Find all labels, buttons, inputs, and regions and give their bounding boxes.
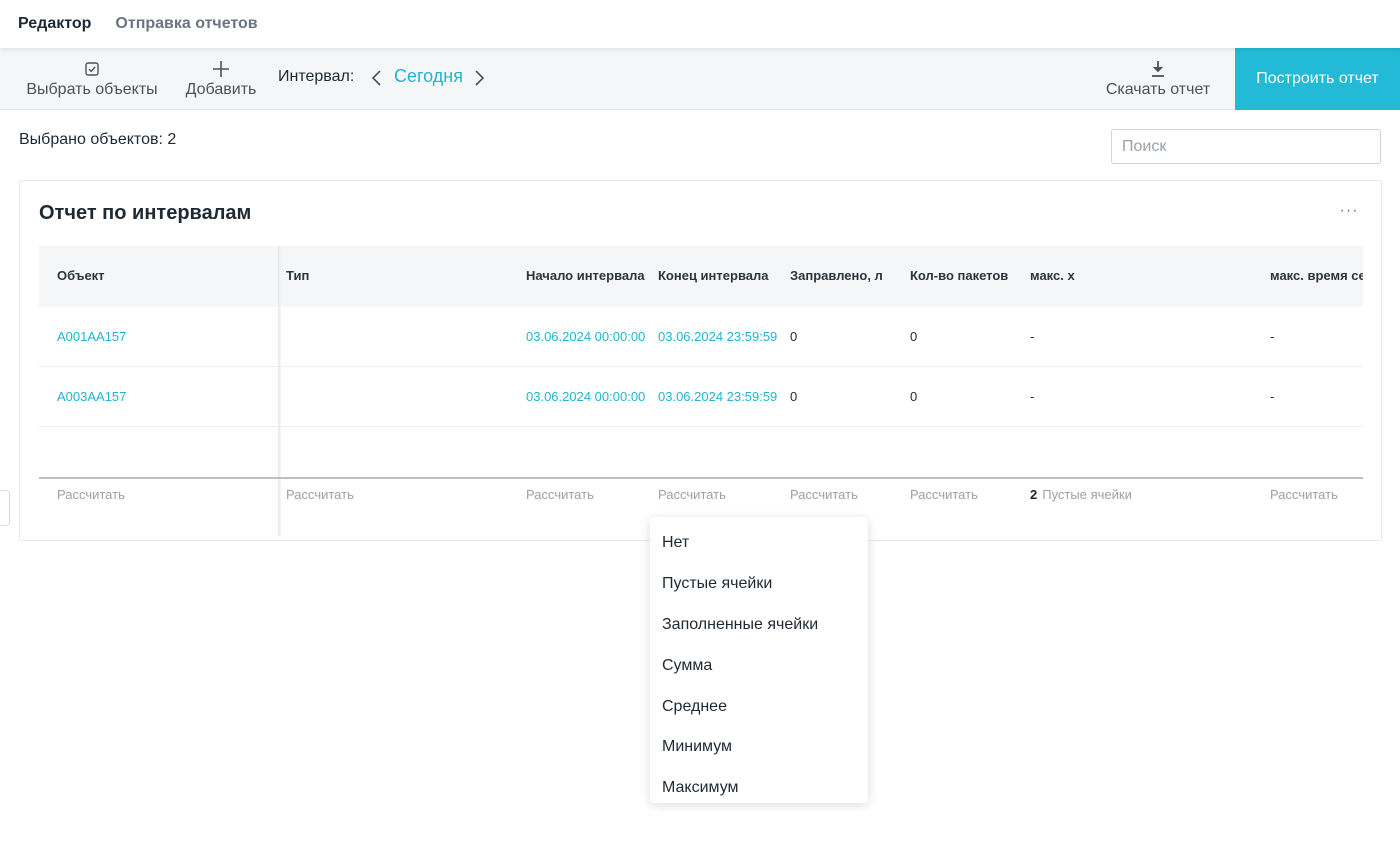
calculate-max-x-active[interactable]: 2 Пустые ячейки [1030,487,1132,502]
column-header-type[interactable]: Тип [286,268,309,283]
cell-end[interactable]: 03.06.2024 23:59:59 [658,329,777,344]
aggregation-dropdown: Нет Пустые ячейки Заполненные ячейки Сум… [650,517,868,803]
column-header-max-x[interactable]: макс. х [1030,268,1075,283]
cell-start[interactable]: 03.06.2024 00:00:00 [526,329,645,344]
cell-packets: 0 [910,329,918,344]
calculate-max-time[interactable]: Рассчитать [1270,487,1338,502]
report-card: Отчет по интервалам ··· Объект Тип Начал… [19,180,1382,541]
top-tabs: Редактор Отправка отчетов [0,0,1400,48]
calculate-type[interactable]: Рассчитать [286,487,354,502]
cell-start[interactable]: 03.06.2024 00:00:00 [526,389,645,404]
ellipsis-icon[interactable]: ··· [1338,202,1360,224]
download-report-button[interactable]: Скачать отчет [1104,48,1212,110]
chevron-left-icon[interactable] [370,69,384,87]
cell-end[interactable]: 03.06.2024 23:59:59 [658,389,777,404]
tab-report-sending[interactable]: Отправка отчетов [115,15,257,33]
dropdown-option-empty[interactable]: Пустые ячейки [650,564,868,605]
calculate-start[interactable]: Рассчитать [526,487,594,502]
dropdown-option-min[interactable]: Минимум [650,727,868,768]
cell-max-time: - [1270,329,1275,344]
calculate-refueled[interactable]: Рассчитать [790,487,858,502]
cell-object[interactable]: A001AA157 [57,329,126,344]
calculate-packets[interactable]: Рассчитать [910,487,978,502]
cell-object[interactable]: A003AA157 [57,389,126,404]
dropdown-option-max[interactable]: Максимум [650,768,868,809]
cell-max-time: - [1270,389,1275,404]
table-row: A003AA157 03.06.2024 00:00:00 03.06.2024… [39,367,1363,427]
report-table: Объект Тип Начало интервала Конец интерв… [39,246,1363,536]
select-objects-label: Выбрать объекты [26,81,158,98]
interval-value[interactable]: Сегодня [394,66,463,87]
selected-objects-count: Выбрано объектов: 2 [19,131,177,148]
add-button[interactable]: Добавить [184,48,258,110]
column-header-object[interactable]: Объект [57,268,105,283]
download-icon [1150,59,1166,79]
interval-label: Интервал: [278,68,355,85]
column-header-packets[interactable]: Кол-во пакетов [910,268,1008,283]
calculate-object[interactable]: Рассчитать [57,487,125,502]
checkbox-icon [84,59,100,79]
search-input[interactable] [1111,129,1381,164]
toolbar: Выбрать объекты Добавить Интервал: Сегод… [0,48,1400,110]
select-objects-button[interactable]: Выбрать объекты [24,48,160,110]
dropdown-option-none[interactable]: Нет [650,523,868,564]
column-header-max-time[interactable]: макс. время сер [1270,268,1363,283]
tab-editor[interactable]: Редактор [18,15,91,33]
frozen-column-divider [278,246,281,536]
cell-max-x: - [1030,389,1035,404]
column-header-refueled[interactable]: Заправлено, л [790,268,883,283]
calculate-end[interactable]: Рассчитать [658,487,726,502]
table-row: A001AA157 03.06.2024 00:00:00 03.06.2024… [39,307,1363,367]
column-header-start[interactable]: Начало интервала [526,268,645,283]
plus-icon [212,59,230,79]
build-report-button[interactable]: Построить отчет [1235,48,1400,110]
cell-refueled: 0 [790,389,798,404]
side-panel-handle[interactable] [0,490,10,526]
report-title: Отчет по интервалам [39,202,252,224]
download-report-label: Скачать отчет [1105,81,1211,98]
chevron-right-icon[interactable] [472,69,486,87]
dropdown-option-sum[interactable]: Сумма [650,645,868,686]
cell-refueled: 0 [790,329,798,344]
summary-mode-label: Пустые ячейки [1042,487,1132,502]
dropdown-option-filled[interactable]: Заполненные ячейки [650,605,868,646]
add-label: Добавить [185,81,257,98]
dropdown-option-avg[interactable]: Среднее [650,686,868,727]
summary-value: 2 [1030,487,1038,502]
cell-packets: 0 [910,389,918,404]
summary-divider [39,477,1363,479]
cell-max-x: - [1030,329,1035,344]
table-header: Объект Тип Начало интервала Конец интерв… [39,246,1363,307]
column-header-end[interactable]: Конец интервала [658,268,768,283]
